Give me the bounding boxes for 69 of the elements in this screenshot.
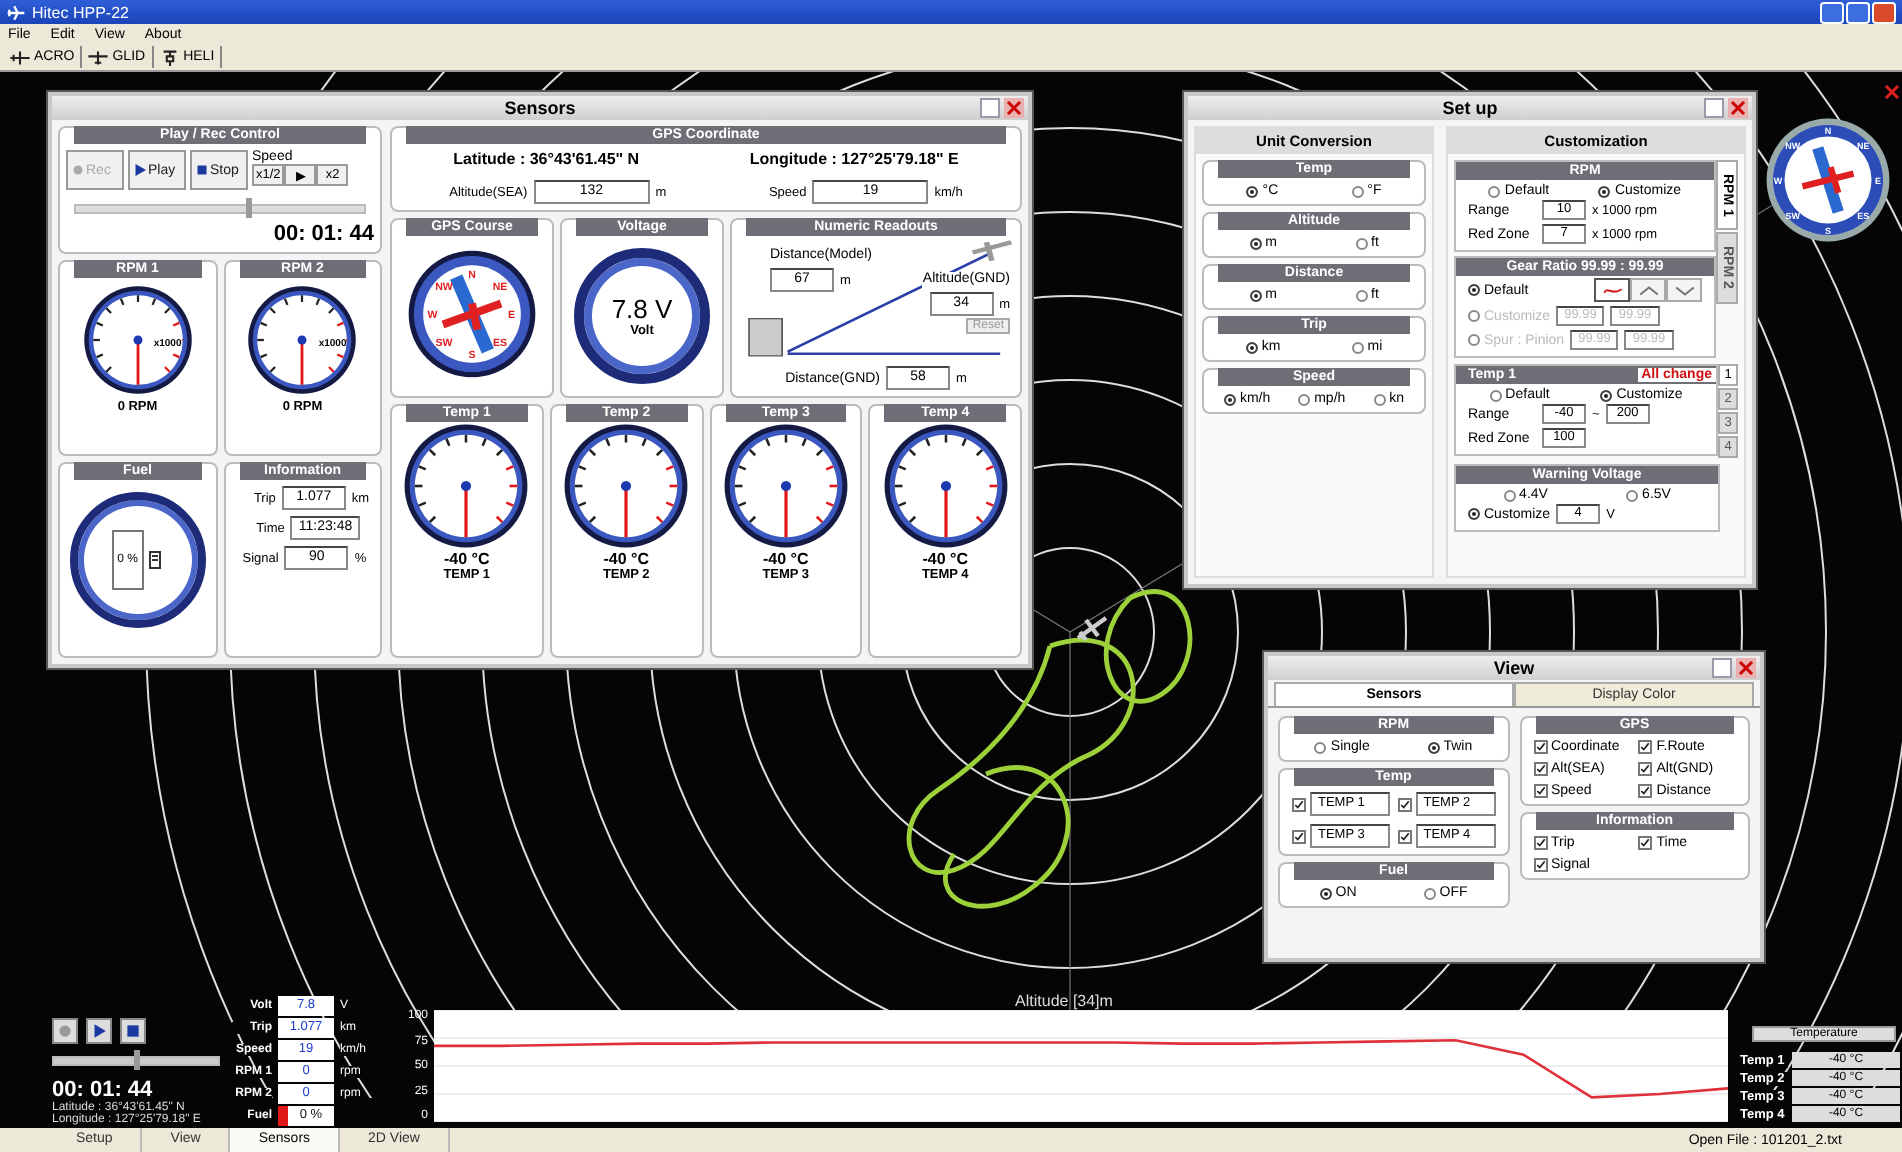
airplane-icon bbox=[6, 3, 26, 21]
minimize-button[interactable] bbox=[1712, 658, 1732, 678]
latitude-text: Latitude : 36°43'61.45" N bbox=[453, 150, 640, 168]
close-button[interactable] bbox=[1728, 98, 1748, 118]
close-button[interactable] bbox=[1004, 98, 1024, 118]
checkmark-icon bbox=[1535, 742, 1545, 752]
play-icon bbox=[90, 1022, 108, 1040]
playback-slider[interactable] bbox=[52, 1056, 220, 1066]
checkmark-icon bbox=[1535, 764, 1545, 774]
elapsed-time: 00: 01: 44 bbox=[273, 222, 374, 246]
airplane-icon bbox=[10, 49, 30, 65]
temperature-reading: -40 °C bbox=[603, 550, 649, 568]
checkmark-icon bbox=[1294, 831, 1304, 841]
temperature-reading: -40 °C bbox=[922, 550, 968, 568]
helicopter-icon bbox=[159, 49, 180, 65]
longitude-text: Longitude : 127°25'79.18" E bbox=[749, 150, 959, 168]
checkmark-icon bbox=[1640, 764, 1651, 774]
close-icon[interactable] bbox=[1884, 84, 1900, 100]
checkmark-icon bbox=[1640, 786, 1651, 796]
temperature-gauge-drawing bbox=[402, 422, 531, 550]
close-button[interactable] bbox=[1736, 658, 1756, 678]
temperature-reading: -40 °C bbox=[762, 550, 809, 568]
rpm-gauge-drawing bbox=[246, 284, 359, 396]
checkmark-icon bbox=[1399, 799, 1410, 809]
minimize-button[interactable] bbox=[980, 98, 1000, 118]
record-button[interactable] bbox=[52, 1018, 78, 1044]
maximize-button[interactable] bbox=[1846, 1, 1870, 23]
checkmark-icon bbox=[1294, 799, 1304, 809]
checkbox[interactable] bbox=[1397, 829, 1412, 843]
record-icon bbox=[72, 164, 84, 176]
checkmark-icon bbox=[1399, 831, 1410, 841]
checkmark-icon bbox=[1535, 838, 1545, 848]
elapsed-time: 00: 01: 44 bbox=[52, 1078, 153, 1102]
stop-icon bbox=[124, 1022, 142, 1040]
playback-slider[interactable] bbox=[74, 204, 366, 214]
gear-mode-button[interactable] bbox=[1630, 278, 1666, 302]
window-title: Sensors bbox=[504, 98, 576, 118]
checkmark-icon bbox=[1640, 742, 1651, 752]
play-icon bbox=[134, 164, 146, 176]
checkmark-icon bbox=[1535, 786, 1545, 796]
chart-title: Altitude [34]m bbox=[1015, 992, 1113, 1010]
temperature-reading: -40 °C bbox=[443, 550, 490, 568]
minimize-button[interactable] bbox=[1704, 98, 1724, 118]
slider-thumb[interactable] bbox=[134, 1050, 140, 1070]
stop-icon bbox=[196, 164, 208, 176]
curve-icon bbox=[1673, 283, 1695, 297]
slider-thumb[interactable] bbox=[246, 198, 253, 218]
glider-icon bbox=[88, 49, 109, 65]
record-icon bbox=[56, 1022, 74, 1040]
voltage-reading: 7.8 V bbox=[611, 294, 673, 324]
temperature-gauge-drawing bbox=[562, 422, 691, 550]
checkbox[interactable] bbox=[1292, 829, 1306, 843]
window-title: View bbox=[1493, 658, 1535, 678]
window-title: Hitec HPP-22 bbox=[32, 3, 129, 21]
checkbox[interactable] bbox=[1292, 797, 1306, 811]
checkmark-icon bbox=[1640, 838, 1651, 848]
window-title: Set up bbox=[1442, 98, 1498, 118]
gear-mode-button[interactable] bbox=[1666, 278, 1702, 302]
curve-icon bbox=[1637, 283, 1659, 297]
temperature-gauge-drawing bbox=[721, 422, 850, 550]
checkmark-icon bbox=[1535, 860, 1545, 870]
rpm-gauge-drawing bbox=[81, 284, 194, 396]
checkbox[interactable] bbox=[1397, 797, 1412, 811]
temperature-gauge-drawing bbox=[881, 422, 1010, 550]
gear-mode-button[interactable] bbox=[1594, 278, 1630, 302]
stop-button[interactable] bbox=[120, 1018, 146, 1044]
curve-icon bbox=[1601, 283, 1623, 297]
fuel-pump-icon bbox=[147, 550, 164, 570]
play-button[interactable] bbox=[86, 1018, 112, 1044]
